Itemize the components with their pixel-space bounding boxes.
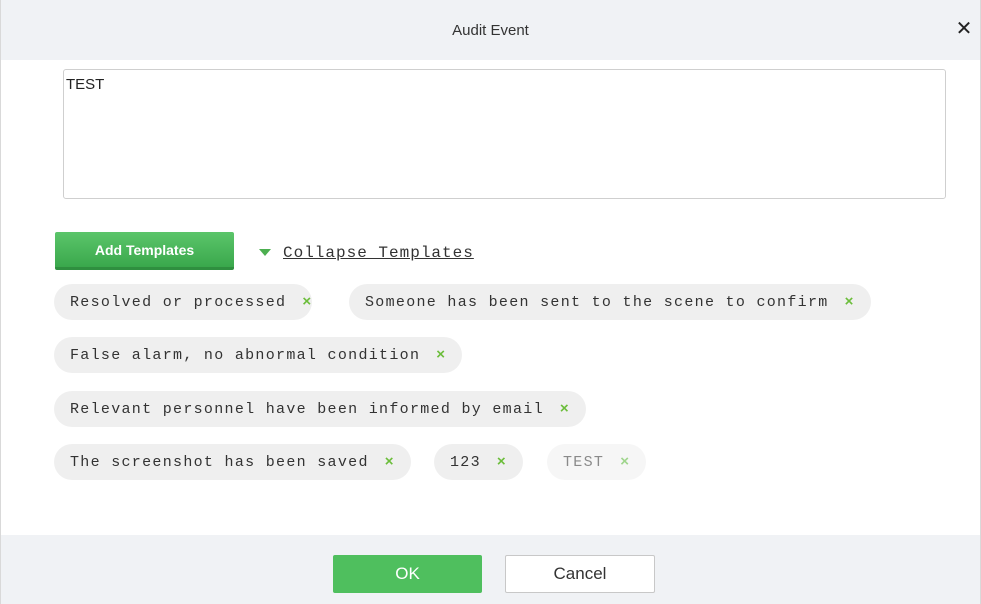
- dialog-title: Audit Event: [452, 22, 529, 39]
- close-icon[interactable]: ✕: [954, 19, 974, 39]
- template-chip[interactable]: Resolved or processed ×: [54, 284, 313, 320]
- template-chip-label: Relevant personnel have been informed by…: [70, 401, 544, 418]
- dialog-titlebar: Audit Event ✕: [1, 0, 980, 60]
- remove-template-icon[interactable]: ×: [620, 444, 630, 480]
- template-chip[interactable]: TEST ×: [547, 444, 647, 480]
- dialog-footer: [1, 535, 980, 604]
- template-chip[interactable]: 123 ×: [434, 444, 523, 480]
- cancel-button[interactable]: Cancel: [505, 555, 655, 593]
- template-chip-label: Someone has been sent to the scene to co…: [365, 294, 829, 311]
- collapse-templates-label: Collapse Templates: [283, 244, 474, 262]
- audit-description-textarea[interactable]: TEST: [63, 69, 946, 199]
- remove-template-icon[interactable]: ×: [385, 444, 395, 480]
- template-chip-label: Resolved or processed: [70, 294, 287, 311]
- template-chip-label: TEST: [563, 454, 605, 471]
- remove-template-icon[interactable]: ×: [845, 284, 855, 320]
- ok-button[interactable]: OK: [333, 555, 482, 593]
- remove-template-icon[interactable]: ×: [302, 284, 312, 320]
- template-chip[interactable]: False alarm, no abnormal condition ×: [54, 337, 463, 373]
- caret-down-icon: [259, 249, 271, 257]
- template-chip-label: 123: [450, 454, 481, 471]
- template-chip[interactable]: The screenshot has been saved ×: [54, 444, 411, 480]
- remove-template-icon[interactable]: ×: [436, 337, 446, 373]
- template-chip-label: False alarm, no abnormal condition: [70, 347, 421, 364]
- remove-template-icon[interactable]: ×: [497, 444, 507, 480]
- template-chip[interactable]: Relevant personnel have been informed by…: [54, 391, 586, 427]
- audit-event-dialog: Audit Event ✕ TEST Add Templates Collaps…: [0, 0, 981, 604]
- remove-template-icon[interactable]: ×: [560, 391, 570, 427]
- add-templates-button[interactable]: Add Templates: [55, 232, 234, 270]
- collapse-templates-link[interactable]: Collapse Templates: [259, 244, 474, 262]
- template-chip[interactable]: Someone has been sent to the scene to co…: [349, 284, 871, 320]
- template-chip-label: The screenshot has been saved: [70, 454, 369, 471]
